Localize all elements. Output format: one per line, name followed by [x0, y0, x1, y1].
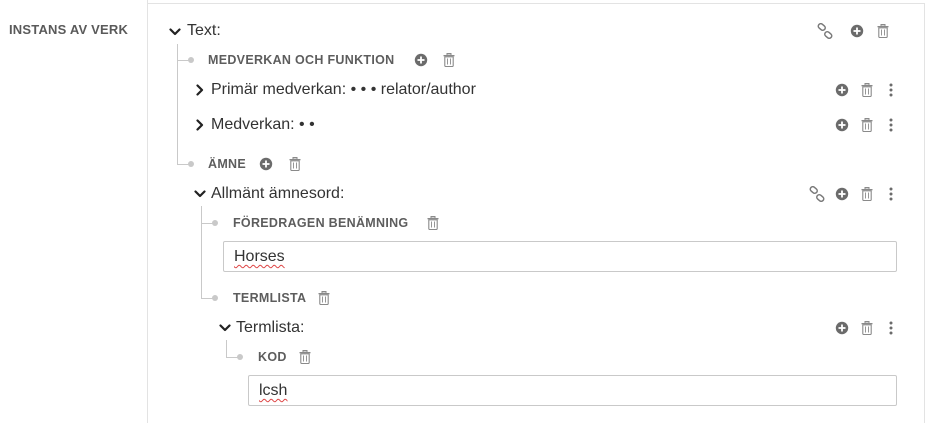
expand-chevron-right-icon[interactable]: [194, 84, 206, 96]
link-icon[interactable]: [817, 23, 833, 39]
property-label-amne: ÄMNE: [208, 157, 247, 171]
tree-node-dot: [188, 161, 194, 167]
tree-line: [177, 44, 178, 164]
panel-right-border: [924, 3, 925, 423]
tree-node-dot: [212, 220, 218, 226]
foredragen-benamning-input[interactable]: Horses: [223, 241, 897, 272]
entity-title-termlista: Termlista:: [236, 319, 305, 336]
collapse-chevron-down-icon[interactable]: [169, 26, 181, 38]
property-label-kod: KOD: [258, 350, 287, 364]
entity-title-medverkan[interactable]: Medverkan: • •: [211, 116, 315, 134]
add-plus-circle-icon[interactable]: [850, 24, 864, 38]
entity-type-label: INSTANS AV VERK: [9, 22, 129, 37]
property-label-foredragen-benamning: FÖREDRAGEN BENÄMNING: [233, 216, 409, 230]
delete-trash-icon[interactable]: [861, 187, 873, 201]
tree-line: [226, 340, 227, 358]
more-kebab-menu-icon[interactable]: [889, 118, 893, 132]
root-entity-title: Text:: [187, 22, 221, 39]
delete-trash-icon[interactable]: [443, 53, 455, 67]
more-kebab-menu-icon[interactable]: [889, 83, 893, 97]
add-plus-circle-icon[interactable]: [835, 321, 849, 335]
add-plus-circle-icon[interactable]: [835, 187, 849, 201]
delete-trash-icon[interactable]: [877, 24, 889, 38]
delete-trash-icon[interactable]: [861, 83, 873, 97]
tree-node-dot: [212, 295, 218, 301]
add-plus-circle-icon[interactable]: [835, 83, 849, 97]
add-plus-circle-icon[interactable]: [259, 157, 273, 171]
delete-trash-icon[interactable]: [427, 216, 439, 230]
delete-trash-icon[interactable]: [289, 157, 301, 171]
add-plus-circle-icon[interactable]: [835, 118, 849, 132]
input-value: lcsh: [259, 382, 288, 399]
expand-chevron-right-icon[interactable]: [194, 119, 206, 131]
property-label-medverkan-och-funktion: MEDVERKAN OCH FUNKTION: [208, 53, 395, 67]
link-icon[interactable]: [809, 186, 825, 202]
tree-node-dot: [188, 57, 194, 63]
panel-top-border: [147, 3, 924, 4]
entity-title-primar-medverkan[interactable]: Primär medverkan: • • • relator/author: [211, 81, 476, 99]
delete-trash-icon[interactable]: [299, 350, 311, 364]
more-kebab-menu-icon[interactable]: [889, 321, 893, 335]
property-label-termlista: TERMLISTA: [233, 291, 307, 305]
collapse-chevron-down-icon[interactable]: [219, 322, 231, 334]
delete-trash-icon[interactable]: [861, 118, 873, 132]
delete-trash-icon[interactable]: [318, 291, 330, 305]
kod-input[interactable]: lcsh: [248, 375, 897, 406]
input-value: Horses: [234, 248, 285, 265]
collapse-chevron-down-icon[interactable]: [194, 188, 206, 200]
more-kebab-menu-icon[interactable]: [889, 187, 893, 201]
entity-title-allmant-amnesord: Allmänt ämnesord:: [211, 185, 345, 202]
delete-trash-icon[interactable]: [861, 321, 873, 335]
tree-node-dot: [237, 354, 243, 360]
add-plus-circle-icon[interactable]: [414, 53, 428, 67]
left-panel: [0, 0, 148, 423]
tree-line: [201, 206, 202, 299]
